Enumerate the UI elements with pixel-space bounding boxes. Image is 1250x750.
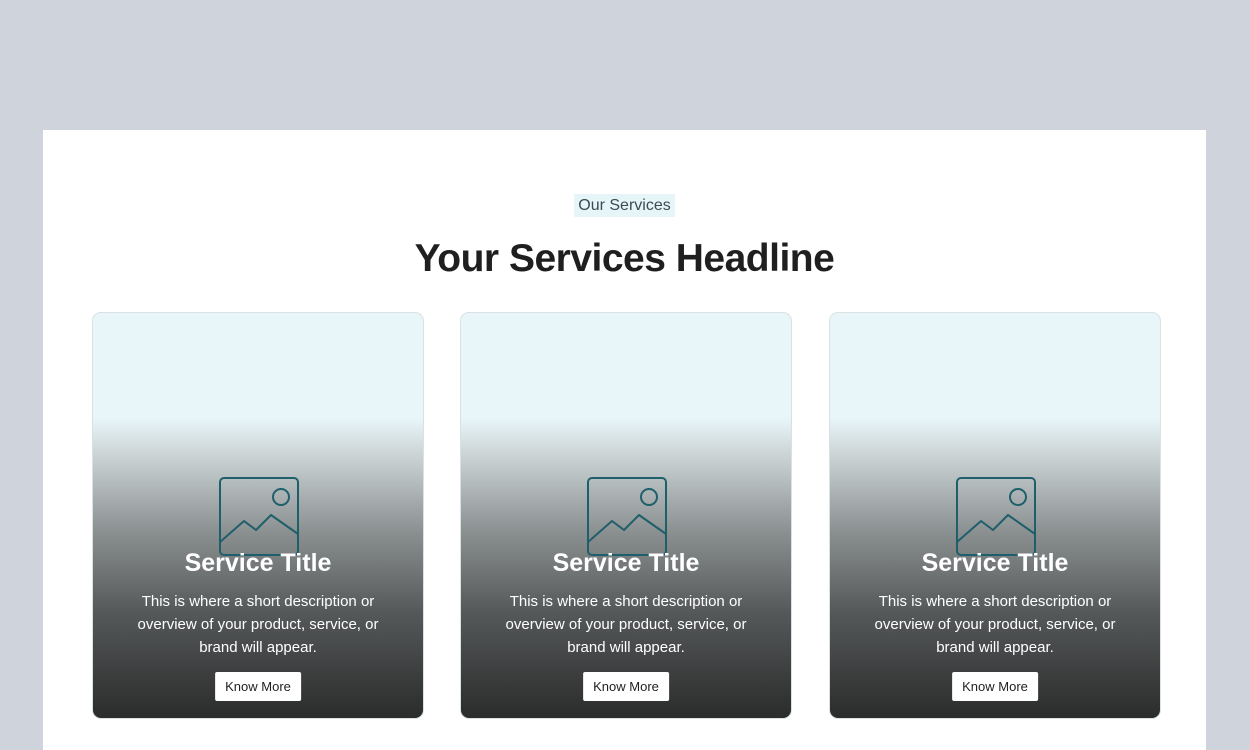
service-card-description: This is where a short description or ove… (874, 593, 1116, 656)
image-placeholder-icon (956, 477, 1036, 556)
service-card: Service Title This is where a short desc… (92, 312, 424, 719)
know-more-button[interactable]: Know More (952, 672, 1038, 701)
eyebrow-wrapper: Our Services (43, 194, 1206, 217)
service-card-title: Service Title (184, 549, 332, 577)
section-headline: Your Services Headline (414, 237, 835, 280)
know-more-button[interactable]: Know More (215, 672, 301, 701)
know-more-button[interactable]: Know More (583, 672, 669, 701)
image-placeholder-icon (219, 477, 299, 556)
service-card: Service Title This is where a short desc… (829, 312, 1161, 719)
section-eyebrow: Our Services (574, 194, 675, 217)
service-card-title: Service Title (921, 549, 1069, 577)
service-card-title: Service Title (552, 549, 700, 577)
service-card-description: This is where a short description or ove… (137, 593, 379, 656)
services-section: Our Services Your Services Headline Serv… (43, 130, 1206, 750)
service-card-description: This is where a short description or ove… (505, 593, 747, 656)
service-card: Service Title This is where a short desc… (460, 312, 792, 719)
service-cards: Service Title This is where a short desc… (92, 312, 1161, 719)
image-placeholder-icon (587, 477, 667, 556)
